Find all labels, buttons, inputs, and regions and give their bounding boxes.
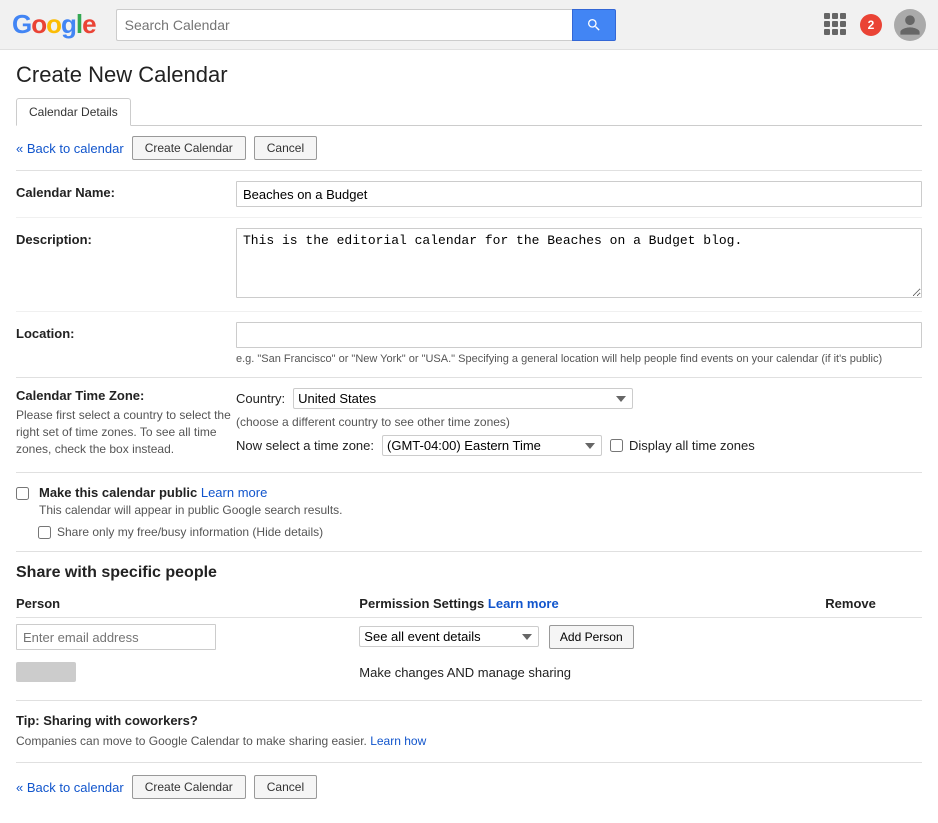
form-section: Calendar Name: Description: This is the … (16, 171, 922, 378)
share-table: Person Permission Settings Learn more Re… (16, 592, 922, 688)
cancel-button-bottom[interactable]: Cancel (254, 775, 317, 799)
apps-icon[interactable] (824, 13, 848, 37)
add-person-button[interactable]: Add Person (549, 625, 634, 649)
bottom-action-bar: « Back to calendar Create Calendar Cance… (16, 763, 922, 811)
calendar-name-row: Calendar Name: (16, 171, 922, 218)
location-input[interactable] (236, 322, 922, 348)
timezone-hint: Please first select a country to select … (16, 407, 236, 457)
header-right: 2 (824, 9, 926, 41)
share-free-busy-checkbox[interactable] (38, 526, 51, 539)
description-label: Description: (16, 228, 236, 247)
person-permission-text: Make changes AND manage sharing (359, 665, 571, 680)
timezone-select[interactable]: (GMT-04:00) Eastern Time (382, 435, 602, 456)
remove-cell-person (825, 656, 922, 688)
location-label: Location: (16, 322, 236, 341)
share-table-header: Person Permission Settings Learn more Re… (16, 592, 922, 618)
location-row: Location: e.g. "San Francisco" or "New Y… (16, 312, 922, 377)
col-remove: Remove (825, 592, 922, 618)
person-permission-cell: Make changes AND manage sharing (359, 656, 825, 688)
tab-bar: Calendar Details (16, 98, 922, 126)
email-cell (16, 618, 359, 657)
country-tz-note: (choose a different country to see other… (236, 415, 922, 429)
share-person-row: Make changes AND manage sharing (16, 656, 922, 688)
description-textarea[interactable]: This is the editorial calendar for the B… (236, 228, 922, 298)
search-bar (116, 9, 616, 41)
share-free-busy-row: Share only my free/busy information (Hid… (38, 525, 922, 539)
notification-badge[interactable]: 2 (860, 14, 882, 36)
public-text: Make this calendar public Learn more Thi… (39, 485, 343, 517)
tab-calendar-details[interactable]: Calendar Details (16, 98, 131, 126)
tip-title: Tip: Sharing with coworkers? (16, 713, 922, 728)
search-icon (586, 17, 602, 33)
calendar-name-label: Calendar Name: (16, 181, 236, 200)
page-title: Create New Calendar (16, 62, 922, 88)
timezone-row: Calendar Time Zone: Please first select … (16, 388, 922, 462)
top-action-bar: « Back to calendar Create Calendar Cance… (16, 126, 922, 171)
description-row: Description: This is the editorial calen… (16, 218, 922, 312)
permission-select[interactable]: See all event details (359, 626, 539, 647)
share-free-busy-label: Share only my free/busy information (Hid… (57, 525, 323, 539)
create-calendar-button-bottom[interactable]: Create Calendar (132, 775, 246, 799)
cancel-button-top[interactable]: Cancel (254, 136, 317, 160)
col-person: Person (16, 592, 359, 618)
person-cell (16, 656, 359, 688)
display-all-tz: Display all time zones (610, 438, 755, 453)
main-content: Create New Calendar Calendar Details « B… (0, 50, 938, 823)
share-title: Share with specific people (16, 564, 922, 582)
public-learn-more-link[interactable]: Learn more (201, 485, 267, 500)
timezone-label-col: Calendar Time Zone: Please first select … (16, 388, 236, 457)
share-section: Share with specific people Person Permis… (16, 552, 922, 701)
tip-section: Tip: Sharing with coworkers? Companies c… (16, 701, 922, 763)
description-control: This is the editorial calendar for the B… (236, 228, 922, 301)
col-permission: Permission Settings Learn more (359, 592, 825, 618)
country-select[interactable]: United States (293, 388, 633, 409)
back-to-calendar-link-bottom[interactable]: « Back to calendar (16, 780, 124, 795)
permission-cell: See all event details Add Person (359, 618, 825, 657)
public-main: Make this calendar public Learn more Thi… (16, 485, 922, 517)
create-calendar-button-top[interactable]: Create Calendar (132, 136, 246, 160)
permission-learn-more-link[interactable]: Learn more (488, 596, 559, 611)
display-all-tz-checkbox[interactable] (610, 439, 623, 452)
timezone-controls: Country: United States (choose a differe… (236, 388, 922, 462)
calendar-name-input[interactable] (236, 181, 922, 207)
public-section: Make this calendar public Learn more Thi… (16, 473, 922, 552)
public-checkbox[interactable] (16, 487, 29, 500)
calendar-name-control (236, 181, 922, 207)
location-hint: e.g. "San Francisco" or "New York" or "U… (236, 352, 922, 367)
public-hint: This calendar will appear in public Goog… (39, 503, 343, 517)
google-logo[interactable]: Google (12, 9, 96, 40)
country-label: Country: (236, 391, 285, 406)
timezone-line: Now select a time zone: (GMT-04:00) East… (236, 435, 922, 456)
remove-cell-add (825, 618, 922, 657)
search-button[interactable] (572, 9, 616, 41)
share-add-row: See all event details Add Person (16, 618, 922, 657)
avatar[interactable] (894, 9, 926, 41)
person-avatar (16, 662, 76, 682)
email-input[interactable] (16, 624, 216, 650)
timezone-label: Calendar Time Zone: (16, 388, 236, 403)
header: Google 2 (0, 0, 938, 50)
learn-how-link[interactable]: Learn how (370, 734, 426, 748)
timezone-now-label: Now select a time zone: (236, 438, 374, 453)
timezone-section: Calendar Time Zone: Please first select … (16, 378, 922, 473)
location-control: e.g. "San Francisco" or "New York" or "U… (236, 322, 922, 367)
search-input[interactable] (116, 9, 572, 41)
country-line: Country: United States (236, 388, 922, 409)
display-all-tz-label: Display all time zones (629, 438, 755, 453)
back-to-calendar-link-top[interactable]: « Back to calendar (16, 141, 124, 156)
public-label: Make this calendar public (39, 485, 197, 500)
